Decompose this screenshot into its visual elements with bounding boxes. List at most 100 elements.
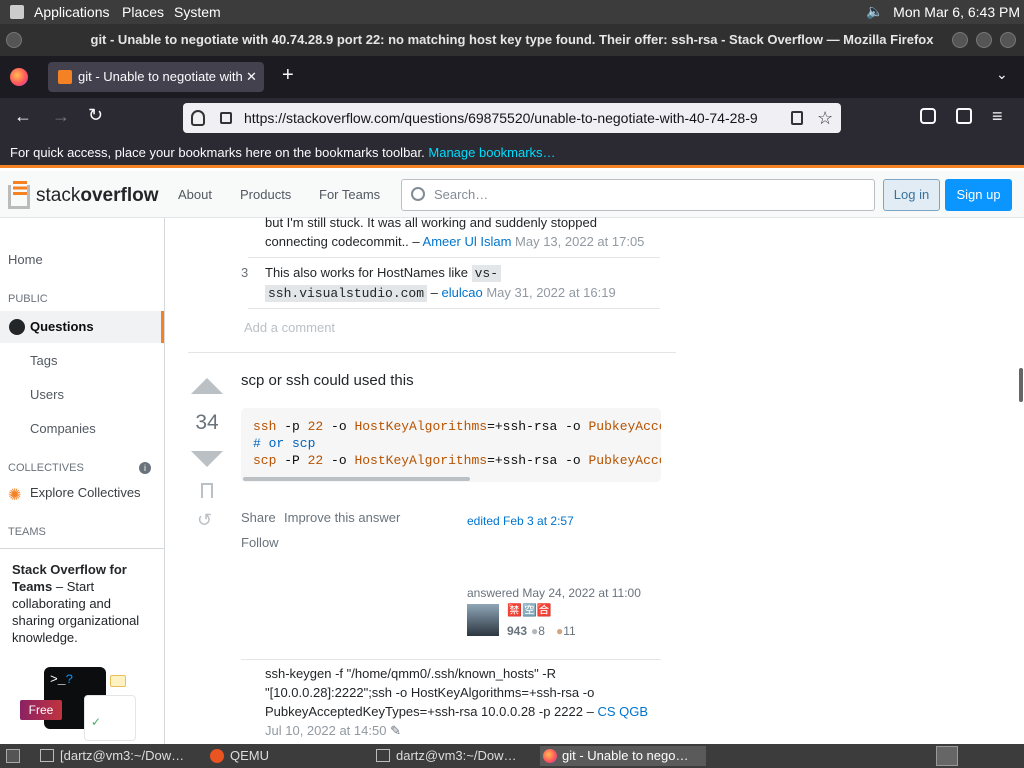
sidebar-heading-collectives: COLLECTIVES: [8, 462, 84, 474]
sidebar-item-home[interactable]: Home: [8, 252, 43, 267]
comment-2-date[interactable]: May 31, 2022 at 16:19: [486, 285, 615, 300]
info-icon[interactable]: i: [139, 462, 151, 474]
bookmark-icon[interactable]: [201, 483, 213, 498]
system-menu[interactable]: System: [174, 4, 221, 20]
downvote-icon[interactable]: [191, 451, 223, 467]
logo-stack: stack: [36, 185, 81, 206]
improve-answer-link[interactable]: Improve this answer: [284, 510, 400, 525]
volume-icon[interactable]: 🔈: [866, 3, 883, 20]
window-menu-icon[interactable]: [6, 32, 22, 48]
login-button[interactable]: Log in: [883, 179, 940, 211]
show-desktop-icon[interactable]: [6, 749, 20, 763]
nav-bar: ← → ↻ https://stackoverflow.com/question…: [0, 98, 1024, 140]
tab-active[interactable]: git - Unable to negotiate with ✕: [48, 62, 264, 92]
firefox-icon[interactable]: [10, 68, 28, 86]
clock[interactable]: Mon Mar 6, 6:43 PM: [893, 4, 1020, 20]
comment-1-user[interactable]: Ameer Ul Islam: [423, 234, 512, 249]
comment-2-user[interactable]: elulcao: [442, 285, 483, 300]
places-menu[interactable]: Places: [122, 4, 164, 20]
taskbar-item-terminal-2[interactable]: dartz@vm3:~/Dow…: [374, 746, 534, 766]
taskbar-item-terminal-1[interactable]: [dartz@vm3:~/Dow…: [38, 746, 198, 766]
so-header: stackoverflow About Products For Teams S…: [0, 171, 1024, 218]
manage-bookmarks-link[interactable]: Manage bookmarks…: [428, 145, 555, 160]
answer-comment-user[interactable]: CS QGB: [597, 704, 648, 719]
sidebar-heading-teams: TEAMS: [8, 526, 46, 538]
close-icon[interactable]: [1000, 32, 1016, 48]
back-icon[interactable]: ←: [14, 106, 32, 127]
free-badge: Free: [20, 700, 62, 720]
answer-comment-divider: [241, 659, 661, 660]
reader-view-icon[interactable]: [791, 111, 803, 125]
comment-1-line2: connecting codecommit.. –: [265, 234, 420, 249]
os-top-panel: Applications Places System 🔈 Mon Mar 6, …: [0, 0, 1024, 24]
collectives-icon: ✺: [8, 487, 22, 504]
user-reputation: 943: [507, 624, 528, 638]
nav-products[interactable]: Products: [240, 187, 291, 202]
add-comment-link[interactable]: Add a comment: [244, 320, 335, 335]
apps-icon: [10, 5, 24, 19]
sidebar-item-users[interactable]: Users: [30, 387, 64, 402]
comment-2-code-b: ssh.visualstudio.com: [265, 285, 428, 302]
nav-for-teams[interactable]: For Teams: [319, 187, 380, 202]
forward-icon[interactable]: →: [52, 106, 70, 127]
code-scrollbar[interactable]: [243, 477, 470, 481]
tab-title: git - Unable to negotiate with: [78, 69, 243, 84]
shield-icon[interactable]: [191, 110, 205, 126]
comment-2-text: This also works for HostNames like: [265, 265, 468, 280]
sidebar-item-tags[interactable]: Tags: [30, 353, 57, 368]
answer-intro: scp or ssh could used this: [241, 372, 414, 389]
list-tabs-icon[interactable]: ⌄: [996, 66, 1008, 83]
chat-bubble-illustration: [110, 675, 126, 687]
nav-about[interactable]: About: [178, 187, 212, 202]
teams-promo: Stack Overflow for Teams – Start collabo…: [0, 548, 165, 748]
lock-icon[interactable]: [220, 112, 232, 124]
extensions-icon[interactable]: [956, 108, 972, 124]
checklist-illustration: ✓: [84, 695, 136, 741]
workspace-switcher-icon[interactable]: [936, 746, 958, 766]
sidebar-item-companies[interactable]: Companies: [30, 421, 96, 436]
maximize-icon[interactable]: [976, 32, 992, 48]
share-link[interactable]: Share: [241, 510, 276, 525]
user-avatar[interactable]: [467, 604, 499, 636]
sidebar-item-questions[interactable]: Questions: [0, 311, 164, 343]
user-name[interactable]: 🈲🈳🈴: [507, 603, 552, 617]
os-taskbar: [dartz@vm3:~/Dow… QEMU dartz@vm3:~/Dow… …: [0, 744, 1024, 768]
app-menu-icon[interactable]: ≡: [992, 106, 1003, 127]
sidebar-label-questions: Questions: [30, 319, 94, 334]
search-input[interactable]: Search…: [401, 179, 875, 211]
upvote-icon[interactable]: [191, 378, 223, 394]
url-text[interactable]: https://stackoverflow.com/questions/6987…: [244, 110, 758, 126]
history-icon[interactable]: ↺: [197, 510, 212, 531]
taskbar-item-qemu[interactable]: QEMU: [208, 746, 358, 766]
comment-divider: [248, 257, 660, 258]
edited-link[interactable]: edited Feb 3 at 2:57: [467, 514, 574, 528]
so-logo-bars: [13, 181, 27, 195]
taskbar-item-firefox[interactable]: git - Unable to nego…: [540, 746, 706, 766]
sidebar-item-explore-collectives[interactable]: Explore Collectives: [30, 485, 141, 500]
reload-icon[interactable]: ↻: [88, 105, 103, 126]
comment-2-code-a: vs-: [471, 265, 502, 282]
applications-menu[interactable]: Applications: [34, 4, 110, 20]
comment-1: but I'm still stuck. It was all working …: [265, 213, 665, 251]
bookmarks-hint: For quick access, place your bookmarks h…: [10, 145, 425, 160]
so-favicon-icon: [58, 70, 72, 84]
url-bar[interactable]: https://stackoverflow.com/questions/6987…: [183, 103, 841, 133]
bookmark-star-icon[interactable]: ☆: [817, 103, 834, 133]
silver-badges: ●8: [531, 624, 545, 638]
comment-divider: [248, 308, 660, 309]
comment-2: This also works for HostNames like vs- s…: [265, 263, 665, 303]
left-sidebar: Home PUBLIC Questions Tags Users Compani…: [0, 218, 165, 744]
follow-link[interactable]: Follow: [241, 535, 279, 550]
comment-1-date[interactable]: May 13, 2022 at 17:05: [515, 234, 644, 249]
so-logo[interactable]: stackoverflow: [8, 179, 158, 211]
pocket-icon[interactable]: [920, 108, 936, 124]
sidebar-heading-public: PUBLIC: [8, 293, 48, 305]
new-tab-icon[interactable]: +: [282, 64, 294, 87]
signup-button[interactable]: Sign up: [945, 179, 1012, 211]
tab-close-icon[interactable]: ✕: [246, 62, 257, 92]
answer-comment-date[interactable]: Jul 10, 2022 at 14:50: [265, 723, 386, 738]
window-title: git - Unable to negotiate with 40.74.28.…: [90, 32, 934, 47]
minimize-icon[interactable]: [952, 32, 968, 48]
page-scrollbar-thumb[interactable]: [1019, 368, 1023, 402]
answered-date: answered May 24, 2022 at 11:00: [467, 586, 641, 600]
